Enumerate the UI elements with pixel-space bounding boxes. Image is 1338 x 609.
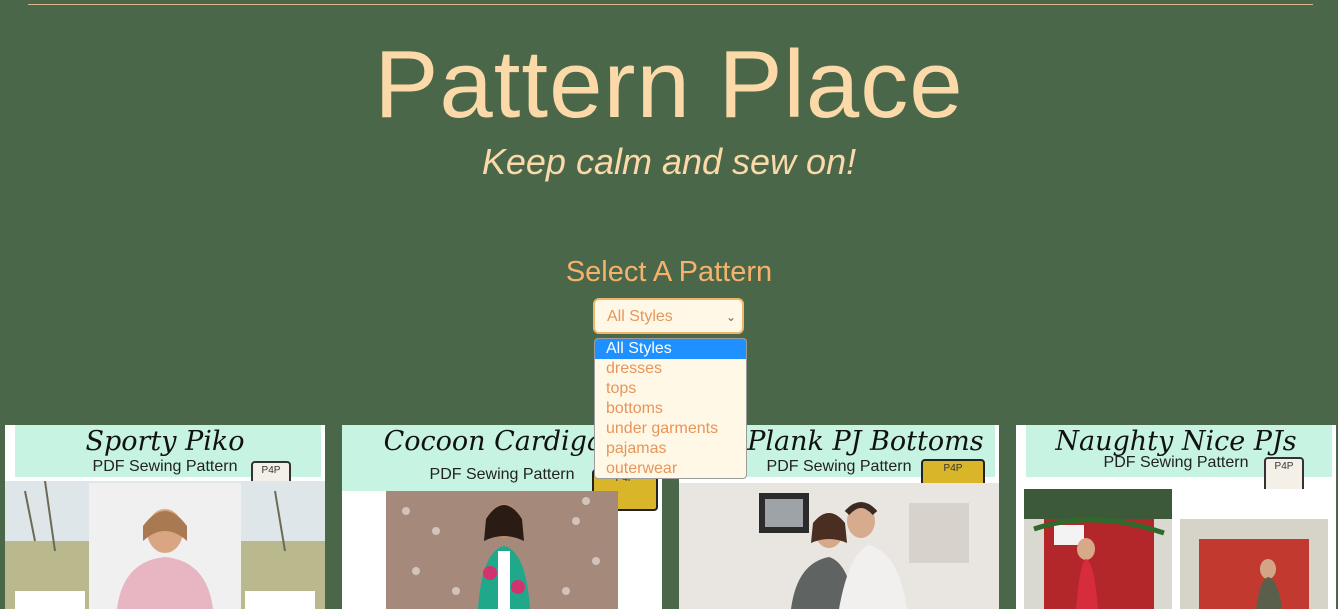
option-outerwear[interactable]: outerwear (595, 459, 746, 478)
pattern-card[interactable]: Sporty Piko PDF Sewing Pattern P4P (5, 425, 325, 609)
pattern-name: Sporty Piko (85, 426, 245, 457)
brand-badge: P4P (1264, 457, 1304, 493)
option-tops[interactable]: tops (595, 379, 746, 399)
style-dropdown-list: All Styles dresses tops bottoms under ga… (594, 338, 747, 479)
pattern-photo (386, 491, 618, 609)
option-dresses[interactable]: dresses (595, 359, 746, 379)
style-select-value: All Styles (607, 308, 673, 325)
option-under-garments[interactable]: under garments (595, 419, 746, 439)
top-divider (28, 4, 1313, 5)
pattern-photo (1024, 489, 1328, 609)
option-all-styles[interactable]: All Styles (595, 339, 746, 359)
pattern-photo (5, 481, 325, 609)
site-title: Pattern Place (374, 31, 964, 138)
site-tagline: Keep calm and sew on! (481, 141, 857, 182)
style-select[interactable]: All Styles ⌄ (593, 298, 744, 334)
option-bottoms[interactable]: bottoms (595, 399, 746, 419)
pattern-card[interactable]: Naughty Nice PJs PDF Sewing Pattern P4P (1016, 425, 1336, 609)
option-pajamas[interactable]: pajamas (595, 439, 746, 459)
pattern-photo (679, 483, 999, 609)
select-heading: Select A Pattern (565, 256, 773, 288)
chevron-down-icon: ⌄ (725, 310, 736, 324)
